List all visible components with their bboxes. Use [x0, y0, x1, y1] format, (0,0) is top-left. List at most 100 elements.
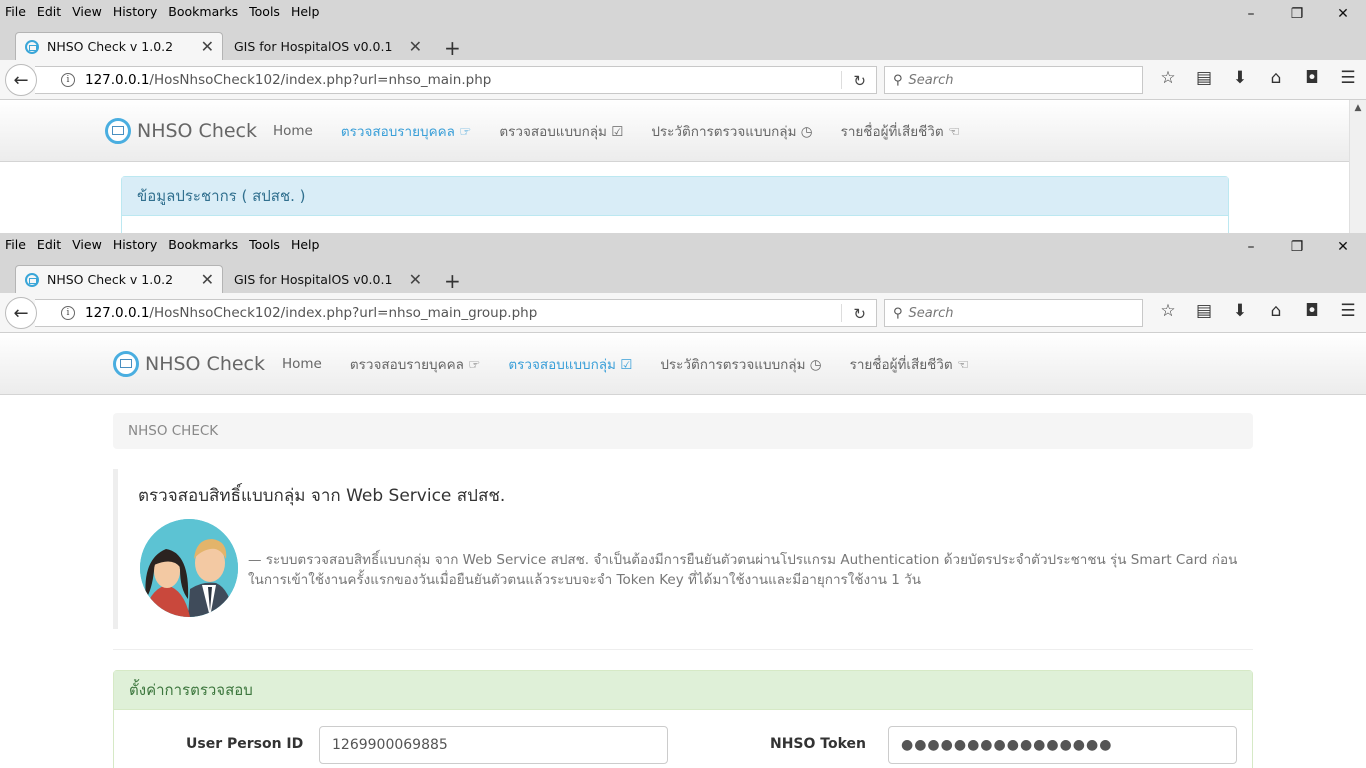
reader-list-icon[interactable]: ▤: [1186, 301, 1222, 321]
pocket-icon[interactable]: ◘: [1294, 68, 1330, 88]
menu-help[interactable]: Help: [286, 237, 325, 252]
brand-name: NHSO Check: [137, 120, 258, 142]
close-tab-icon[interactable]: ✕: [201, 37, 214, 56]
site-brand[interactable]: NHSO Check: [113, 333, 265, 395]
population-panel: ข้อมูลประชากร ( สปสช. ): [121, 176, 1229, 233]
search-icon: ⚲: [893, 305, 903, 321]
tab-title: GIS for HospitalOS v0.0.1: [234, 38, 393, 54]
search-placeholder: Search: [908, 305, 954, 321]
url-path: /HosNhsoCheck102/index.php?url=nhso_main…: [149, 305, 538, 321]
person-id-input[interactable]: [319, 726, 668, 764]
home-icon[interactable]: ⌂: [1258, 68, 1294, 88]
site-brand[interactable]: NHSO Check: [105, 100, 257, 162]
close-tab-icon[interactable]: ✕: [409, 270, 422, 289]
search-icon: ⚲: [893, 72, 903, 88]
hamburger-menu-icon[interactable]: ☰: [1330, 68, 1366, 88]
url-path: /HosNhsoCheck102/index.php?url=nhso_main…: [149, 72, 492, 88]
download-icon[interactable]: ⬇: [1222, 301, 1258, 321]
menu-tools[interactable]: Tools: [244, 237, 285, 252]
search-input[interactable]: ⚲ Search: [884, 66, 1143, 94]
tab-nhso-check[interactable]: NHSO Check v 1.0.2 ✕: [15, 32, 223, 60]
nav-deceased-list[interactable]: รายชื่อผู้ที่เสียชีวิต ☜: [850, 353, 970, 375]
url-bar[interactable]: i 127.0.0.1/HosNhsoCheck102/index.php?ur…: [35, 66, 877, 94]
nav-group-check[interactable]: ตรวจสอบแบบกลุ่ม ☑: [499, 120, 623, 142]
monitor-favicon-icon: [25, 39, 39, 54]
site-navbar: NHSO Check Home ตรวจสอบรายบุคคล ☞ ตรวจสอ…: [0, 333, 1366, 395]
menu-bar: File Edit View History Bookmarks Tools H…: [0, 233, 1366, 255]
nhso-token-input[interactable]: [888, 726, 1237, 764]
monitor-logo-icon: [113, 351, 139, 377]
tab-title: NHSO Check v 1.0.2: [47, 272, 174, 287]
reload-icon[interactable]: ↻: [853, 72, 866, 90]
monitor-logo-icon: [105, 118, 131, 144]
tab-gis[interactable]: GIS for HospitalOS v0.0.1 ✕: [224, 32, 430, 60]
url-host: 127.0.0.1: [85, 305, 150, 321]
menu-history[interactable]: History: [108, 4, 162, 19]
bookmark-star-icon[interactable]: ☆: [1150, 68, 1186, 88]
nav-deceased-list[interactable]: รายชื่อผู้ที่เสียชีวิต ☜: [841, 120, 961, 142]
bookmark-star-icon[interactable]: ☆: [1150, 301, 1186, 321]
site-nav-links: Home ตรวจสอบรายบุคคล ☞ ตรวจสอบแบบกลุ่ม ☑…: [282, 333, 997, 395]
divider: [113, 649, 1253, 650]
nav-toolbar: i 127.0.0.1/HosNhsoCheck102/index.php?ur…: [0, 60, 1366, 100]
info-icon[interactable]: i: [61, 73, 75, 87]
url-bar[interactable]: i 127.0.0.1/HosNhsoCheck102/index.php?ur…: [35, 299, 877, 327]
tab-title: NHSO Check v 1.0.2: [47, 39, 174, 54]
menu-bar: File Edit View History Bookmarks Tools H…: [0, 0, 1366, 22]
menu-tools[interactable]: Tools: [244, 4, 285, 19]
url-host: 127.0.0.1: [85, 72, 150, 88]
page-scrollbar[interactable]: ▲: [1349, 100, 1366, 233]
new-tab-icon[interactable]: +: [444, 269, 461, 293]
nav-home[interactable]: Home: [282, 356, 322, 372]
new-tab-icon[interactable]: +: [444, 36, 461, 60]
info-icon[interactable]: i: [61, 306, 75, 320]
tab-gis[interactable]: GIS for HospitalOS v0.0.1 ✕: [224, 265, 430, 293]
users-avatar-icon: [140, 519, 238, 617]
menu-file[interactable]: File: [0, 237, 31, 252]
download-icon[interactable]: ⬇: [1222, 68, 1258, 88]
intro-title: ตรวจสอบสิทธิ์แบบกลุ่ม จาก Web Service สป…: [138, 486, 506, 506]
close-tab-icon[interactable]: ✕: [201, 270, 214, 289]
intro-description: — ระบบตรวจสอบสิทธิ์แบบกลุ่ม จาก Web Serv…: [248, 552, 1238, 588]
menu-view[interactable]: View: [67, 4, 107, 19]
hamburger-menu-icon[interactable]: ☰: [1330, 301, 1366, 321]
search-input[interactable]: ⚲ Search: [884, 299, 1143, 327]
tab-bar: NHSO Check v 1.0.2 ✕ GIS for HospitalOS …: [0, 22, 1366, 60]
nav-individual-check[interactable]: ตรวจสอบรายบุคคล ☞: [350, 353, 480, 375]
menu-help[interactable]: Help: [286, 4, 325, 19]
browser-window-top: File Edit View History Bookmarks Tools H…: [0, 0, 1366, 233]
population-panel-title: ข้อมูลประชากร ( สปสช. ): [122, 177, 1228, 216]
search-placeholder: Search: [908, 72, 954, 88]
home-icon[interactable]: ⌂: [1258, 301, 1294, 321]
reader-list-icon[interactable]: ▤: [1186, 68, 1222, 88]
menu-history[interactable]: History: [108, 237, 162, 252]
reload-icon[interactable]: ↻: [853, 305, 866, 323]
nav-group-history[interactable]: ประวัติการตรวจแบบกลุ่ม ◷: [660, 353, 821, 375]
menu-edit[interactable]: Edit: [32, 237, 66, 252]
scroll-up-icon[interactable]: ▲: [1350, 103, 1366, 113]
tab-nhso-check[interactable]: NHSO Check v 1.0.2 ✕: [15, 265, 223, 293]
nav-group-check[interactable]: ตรวจสอบแบบกลุ่ม ☑: [508, 353, 632, 375]
close-tab-icon[interactable]: ✕: [409, 37, 422, 56]
back-arrow-icon[interactable]: ←: [5, 64, 37, 96]
menu-edit[interactable]: Edit: [32, 4, 66, 19]
nav-individual-check[interactable]: ตรวจสอบรายบุคคล ☞: [341, 120, 471, 142]
menu-view[interactable]: View: [67, 237, 107, 252]
monitor-favicon-icon: [25, 272, 39, 287]
site-navbar: NHSO Check Home ตรวจสอบรายบุคคล ☞ ตรวจสอ…: [0, 100, 1349, 162]
tab-bar: NHSO Check v 1.0.2 ✕ GIS for HospitalOS …: [0, 255, 1366, 293]
back-arrow-icon[interactable]: ←: [5, 297, 37, 329]
menu-bookmarks[interactable]: Bookmarks: [163, 4, 243, 19]
nav-home[interactable]: Home: [273, 123, 313, 139]
nhso-token-label: NHSO Token: [770, 736, 866, 752]
person-id-label: User Person ID: [186, 736, 304, 752]
settings-panel: ตั้งค่าการตรวจสอบ User Person ID NHSO To…: [113, 670, 1253, 768]
browser-window-bottom: File Edit View History Bookmarks Tools H…: [0, 233, 1366, 768]
toolbar-icons: ☆ ▤ ⬇ ⌂ ◘ ☰: [1150, 301, 1366, 321]
pocket-icon[interactable]: ◘: [1294, 301, 1330, 321]
menu-bookmarks[interactable]: Bookmarks: [163, 237, 243, 252]
nav-group-history[interactable]: ประวัติการตรวจแบบกลุ่ม ◷: [651, 120, 812, 142]
toolbar-icons: ☆ ▤ ⬇ ⌂ ◘ ☰: [1150, 68, 1366, 88]
intro-blockquote: ตรวจสอบสิทธิ์แบบกลุ่ม จาก Web Service สป…: [113, 469, 1253, 629]
menu-file[interactable]: File: [0, 4, 31, 19]
